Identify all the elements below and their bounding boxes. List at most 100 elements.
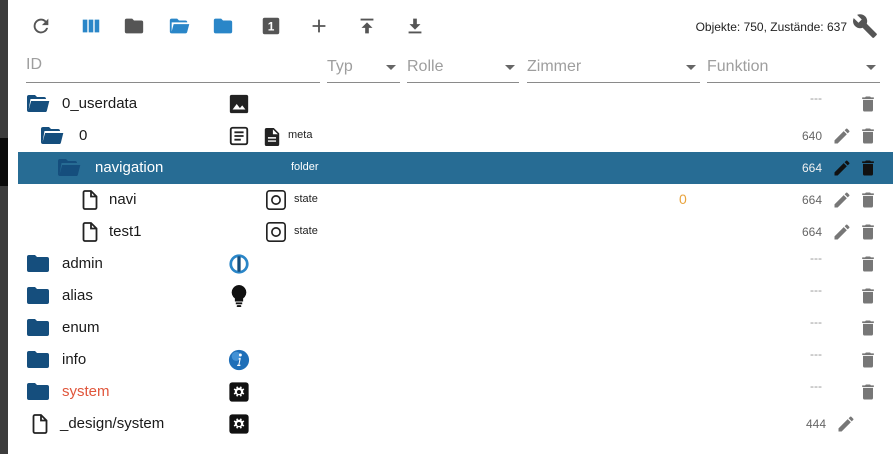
object-count: Objekte: 750, Zustände: 637 <box>695 20 847 34</box>
toolbar: 1 Objekte: 750, Zustände: 637 <box>8 0 893 50</box>
type-label: meta <box>288 129 313 141</box>
state-circle-icon <box>265 221 287 243</box>
acl-value: --- <box>810 283 822 297</box>
row-name: system <box>62 383 110 400</box>
row-name: 0_userdata <box>62 95 138 112</box>
pencil-icon[interactable] <box>832 222 852 242</box>
type-filter-label: Typ <box>327 58 353 75</box>
refresh-button[interactable] <box>28 13 54 39</box>
function-filter-label: Funktion <box>707 58 769 75</box>
acl-value: 664 <box>801 225 822 239</box>
type-label: state <box>294 225 318 237</box>
lightbulb-icon <box>228 285 250 307</box>
download-icon <box>408 18 422 34</box>
pencil-icon[interactable] <box>832 158 852 178</box>
columns-button[interactable] <box>78 13 104 39</box>
row-name: navi <box>109 191 137 208</box>
pencil-icon[interactable] <box>832 190 852 210</box>
plus-icon <box>312 19 326 33</box>
row-name: info <box>62 351 87 368</box>
upload-button[interactable] <box>354 13 380 39</box>
trash-icon[interactable] <box>858 317 878 339</box>
upload-icon <box>360 18 374 34</box>
refresh-icon <box>33 18 49 34</box>
download-button[interactable] <box>402 13 428 39</box>
trash-icon[interactable] <box>858 93 878 115</box>
type-label: state <box>294 193 318 205</box>
wrench-icon <box>853 14 877 38</box>
trash-icon[interactable] <box>858 157 878 179</box>
room-filter[interactable]: Zimmer <box>527 52 700 83</box>
folder-icon[interactable] <box>26 382 50 402</box>
id-filter <box>26 52 320 83</box>
tree-row-enum[interactable]: enum --- <box>18 312 893 344</box>
type-filter[interactable]: Typ <box>327 52 400 83</box>
pencil-icon[interactable] <box>832 126 852 146</box>
sidebar-active-marker <box>0 138 8 186</box>
tree-row-admin[interactable]: admin --- <box>18 248 893 280</box>
role-filter[interactable]: Rolle <box>407 52 519 83</box>
expert-level-button[interactable]: 1 <box>258 13 284 39</box>
trash-icon[interactable] <box>858 125 878 147</box>
row-name: 0 <box>79 127 88 144</box>
folder-open-icon[interactable] <box>40 126 64 146</box>
number-box-icon: 1 <box>262 17 280 35</box>
folder-open-icon[interactable] <box>57 158 81 178</box>
state-value[interactable]: 0 <box>679 191 687 207</box>
chevron-down-icon <box>866 65 876 70</box>
folder-icon[interactable] <box>26 286 50 306</box>
folder-icon[interactable] <box>26 318 50 338</box>
chevron-down-icon <box>505 65 515 70</box>
tree-row-system[interactable]: system --- <box>18 376 893 408</box>
row-name: enum <box>62 319 100 336</box>
acl-value: --- <box>810 379 822 393</box>
acl-value: 640 <box>801 129 822 143</box>
folder-icon[interactable] <box>26 254 50 274</box>
acl-value: --- <box>810 251 822 265</box>
settings-button[interactable] <box>851 12 879 40</box>
folder-icon[interactable] <box>26 350 50 370</box>
add-object-button[interactable] <box>306 13 332 39</box>
file-outline-icon[interactable] <box>78 222 102 242</box>
acl-value: --- <box>810 91 822 105</box>
file-text-icon <box>264 128 280 146</box>
trash-icon[interactable] <box>858 189 878 211</box>
trash-icon[interactable] <box>858 221 878 243</box>
trash-icon[interactable] <box>858 349 878 371</box>
admin-logo-icon <box>228 253 250 275</box>
tree-row-design-system[interactable]: _design/system 444 <box>18 408 893 440</box>
tree-row-navi[interactable]: navi state 0 664 <box>18 184 893 216</box>
pencil-icon[interactable] <box>836 414 856 434</box>
row-name: navigation <box>95 159 164 176</box>
file-outline-icon[interactable] <box>78 190 102 210</box>
folder-open-icon[interactable] <box>26 94 50 114</box>
row-name: _design/system <box>60 415 165 432</box>
folder-open-icon <box>169 18 190 34</box>
tree-row-info[interactable]: info --- <box>18 344 893 376</box>
acl-value: --- <box>810 347 822 361</box>
tree-row-navigation[interactable]: navigation folder 664 <box>18 152 893 184</box>
tree-row-0[interactable]: 0 meta 640 <box>18 120 893 152</box>
collapse-all-button[interactable] <box>121 13 147 39</box>
room-filter-label: Zimmer <box>527 58 582 75</box>
columns-icon <box>82 19 100 33</box>
tree-row-test1[interactable]: test1 state 664 <box>18 216 893 248</box>
row-name: test1 <box>109 223 142 240</box>
id-filter-input[interactable] <box>26 52 320 74</box>
function-filter[interactable]: Funktion <box>707 52 880 83</box>
trash-icon[interactable] <box>858 381 878 403</box>
state-circle-icon <box>265 189 287 211</box>
tree-row-alias[interactable]: alias --- <box>18 280 893 312</box>
expand-button[interactable] <box>210 13 236 39</box>
gear-box-icon <box>228 381 250 403</box>
row-name: admin <box>62 255 103 272</box>
expand-all-button[interactable] <box>166 13 192 39</box>
trash-icon[interactable] <box>858 253 878 275</box>
acl-value: 664 <box>801 193 822 207</box>
trash-icon[interactable] <box>858 285 878 307</box>
acl-value: --- <box>810 315 822 329</box>
type-label: folder <box>291 161 319 173</box>
folder-icon <box>213 18 233 34</box>
tree-row-0-userdata[interactable]: 0_userdata --- <box>18 88 893 120</box>
file-outline-icon[interactable] <box>28 414 52 434</box>
